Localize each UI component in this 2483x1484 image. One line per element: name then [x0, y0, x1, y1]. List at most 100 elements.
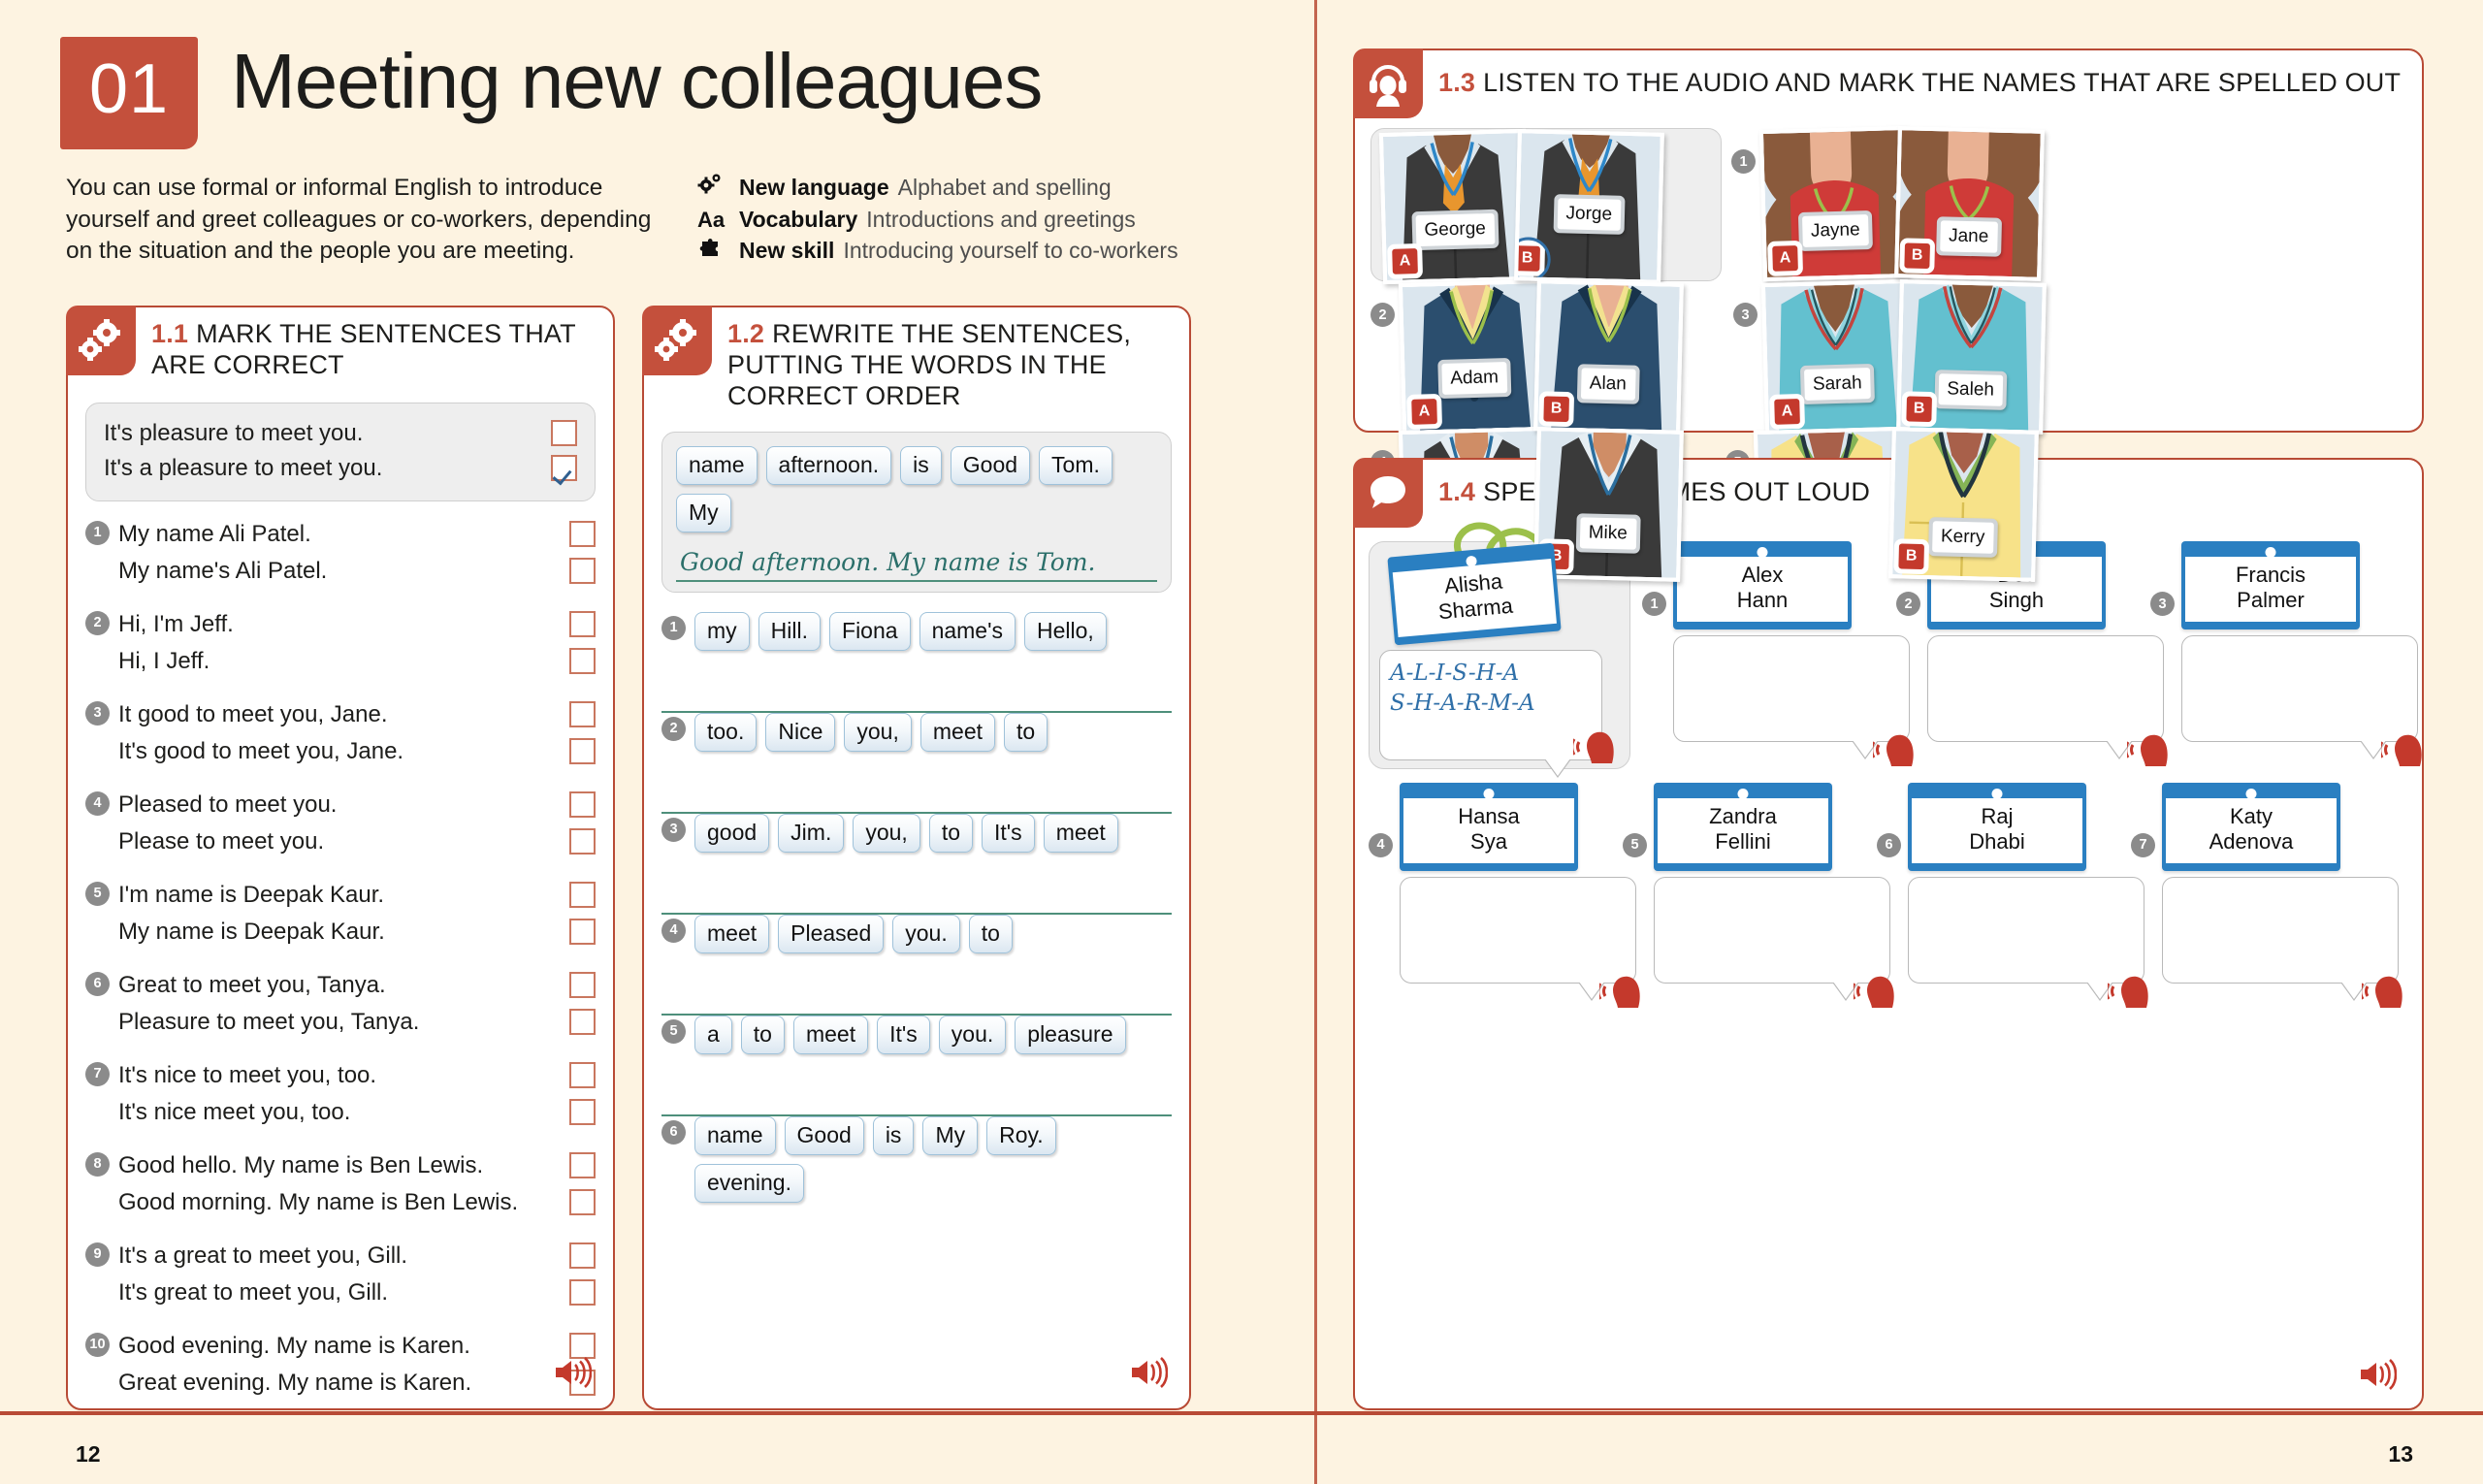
word-tile[interactable]: It's: [877, 1015, 930, 1054]
checkbox-a[interactable]: [569, 791, 596, 819]
checkbox-b[interactable]: [569, 1189, 596, 1216]
word-tile[interactable]: name: [676, 445, 758, 485]
checkbox-a[interactable]: [569, 972, 596, 999]
word-tile[interactable]: My: [676, 493, 731, 532]
checkbox-b[interactable]: [569, 1279, 596, 1307]
word-tile[interactable]: Hello,: [1024, 611, 1107, 651]
word-tile[interactable]: my: [694, 611, 750, 651]
photo-card-b[interactable]: Mike B: [1533, 427, 1684, 582]
word-tile[interactable]: It's: [982, 813, 1035, 853]
checkbox-b[interactable]: [569, 828, 596, 855]
answer-line[interactable]: [661, 1064, 1172, 1116]
word-tile[interactable]: you,: [844, 712, 912, 752]
answer-line[interactable]: [661, 862, 1172, 915]
word-tile[interactable]: Jim.: [778, 813, 845, 853]
photo-card-b[interactable]: Jane B: [1894, 126, 2045, 281]
word-tile[interactable]: is: [872, 1115, 915, 1155]
option-label-b[interactable]: B: [1906, 396, 1932, 423]
sentence-b: It's good to meet you, Jane.: [118, 737, 404, 764]
checkbox-b[interactable]: [569, 648, 596, 675]
speech-bubble-answer[interactable]: [1400, 876, 1636, 984]
option-label-b-marked[interactable]: B: [1514, 245, 1540, 272]
photo-card-b[interactable]: Kerry B: [1888, 427, 2039, 582]
speech-bubble-answer[interactable]: [1654, 876, 1890, 984]
word-tile[interactable]: name's: [919, 611, 1016, 651]
word-tile[interactable]: evening.: [694, 1163, 804, 1203]
word-tile[interactable]: Good: [784, 1115, 864, 1155]
word-tile[interactable]: meet: [919, 712, 996, 752]
speaker-icon[interactable]: [553, 1357, 593, 1393]
word-tile[interactable]: to: [1004, 712, 1048, 752]
word-tile[interactable]: name: [694, 1115, 776, 1155]
word-tile[interactable]: you,: [853, 813, 920, 853]
word-tile[interactable]: pleasure: [1015, 1015, 1126, 1054]
photo-card-a[interactable]: Adam A: [1398, 278, 1550, 436]
sample-checkbox[interactable]: [551, 420, 577, 447]
photo-card-b[interactable]: Alan B: [1533, 279, 1684, 435]
badge-hole: [2245, 788, 2257, 799]
speaker-icon[interactable]: [2358, 1359, 2398, 1395]
checkbox-b[interactable]: [569, 558, 596, 585]
checkbox-b[interactable]: [569, 738, 596, 765]
word-tile[interactable]: to: [928, 813, 974, 853]
checkbox-a[interactable]: [569, 1333, 596, 1360]
word-tile[interactable]: Roy.: [986, 1115, 1056, 1155]
photo-card-b[interactable]: Jorge B: [1514, 129, 1664, 284]
speech-bubble-answer[interactable]: [2162, 876, 2399, 984]
checkbox-b[interactable]: [569, 919, 596, 946]
checkbox-a[interactable]: [569, 521, 596, 548]
word-tile[interactable]: Good: [950, 445, 1031, 485]
photo-card-b[interactable]: Saleh B: [1896, 279, 2047, 435]
checkbox-b[interactable]: [569, 1099, 596, 1126]
word-tile[interactable]: you.: [938, 1015, 1007, 1054]
gears-icon: [642, 306, 712, 375]
sentence-b: It's nice meet you, too.: [118, 1098, 351, 1125]
word-tile[interactable]: you.: [892, 914, 960, 953]
word-tile[interactable]: Nice: [765, 712, 836, 752]
option-label-b[interactable]: B: [1543, 396, 1569, 423]
speaker-icon[interactable]: [1129, 1357, 1169, 1393]
word-tile[interactable]: to: [740, 1015, 785, 1054]
word-tile[interactable]: Pleased: [778, 914, 885, 953]
answer-line[interactable]: [661, 661, 1172, 713]
checkbox-a[interactable]: [569, 1242, 596, 1270]
word-tile[interactable]: to: [968, 914, 1013, 953]
option-label-b[interactable]: B: [1898, 543, 1924, 570]
option-label-a[interactable]: A: [1411, 399, 1437, 425]
word-tile[interactable]: Hill.: [758, 611, 822, 651]
word-tile[interactable]: too.: [694, 712, 758, 752]
checkbox-a[interactable]: [569, 1152, 596, 1179]
checkbox-a[interactable]: [569, 1062, 596, 1089]
photo-card-a[interactable]: Sarah A: [1760, 278, 1913, 436]
option-label-a[interactable]: A: [1392, 248, 1418, 274]
word-tile[interactable]: My: [922, 1115, 979, 1155]
word-tile[interactable]: good: [694, 813, 770, 853]
speech-bubble-answer[interactable]: [1908, 876, 2144, 984]
photo-card-a[interactable]: George A: [1378, 128, 1531, 285]
speech-bubble-answer[interactable]: [1673, 634, 1910, 742]
speech-bubble-answer[interactable]: [2181, 634, 2418, 742]
sample-checkbox-checked[interactable]: [551, 455, 577, 482]
checkbox-b[interactable]: [569, 1009, 596, 1036]
answer-line[interactable]: [661, 963, 1172, 1016]
item-number: 6: [1877, 832, 1901, 857]
exercise-1-2-sample: name afternoon. is Good Tom. My Good aft…: [661, 431, 1172, 593]
exercise-1-2-title: 1.2 REWRITE THE SENTENCES, PUTTING THE WO…: [712, 307, 1189, 412]
option-label-a[interactable]: A: [1774, 399, 1800, 425]
answer-line[interactable]: [661, 761, 1172, 814]
word-tile[interactable]: Tom.: [1039, 445, 1113, 485]
checkbox-a[interactable]: [569, 882, 596, 909]
photo-card-a[interactable]: Jayne A: [1758, 125, 1911, 282]
word-tile[interactable]: a: [694, 1015, 732, 1054]
word-tile[interactable]: Fiona: [829, 611, 911, 651]
word-tile[interactable]: afternoon.: [765, 445, 892, 485]
option-label-b[interactable]: B: [1904, 242, 1930, 270]
word-tile[interactable]: is: [900, 445, 942, 485]
checkbox-a[interactable]: [569, 701, 596, 728]
word-tile[interactable]: meet: [694, 914, 770, 953]
word-tile[interactable]: meet: [792, 1015, 869, 1054]
word-tile[interactable]: meet: [1043, 813, 1118, 853]
checkbox-a[interactable]: [569, 611, 596, 638]
speech-bubble-answer[interactable]: [1927, 634, 2164, 742]
option-label-a[interactable]: A: [1772, 245, 1798, 272]
